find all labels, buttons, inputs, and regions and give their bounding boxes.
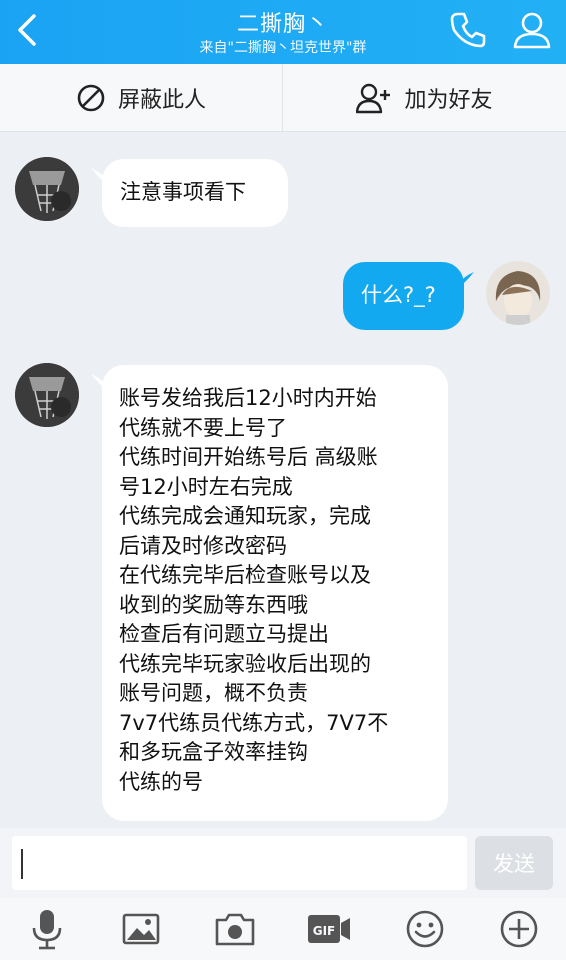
block-icon bbox=[77, 84, 105, 111]
phone-icon[interactable] bbox=[446, 8, 490, 52]
avatar[interactable] bbox=[15, 363, 79, 427]
message-bubble: 注意事项看下 bbox=[102, 159, 288, 227]
message-line: 代练就不要上号了 bbox=[119, 415, 287, 440]
profile-icon[interactable] bbox=[510, 8, 554, 52]
camera-icon[interactable] bbox=[213, 907, 257, 951]
message-line: 后请及时修改密码 bbox=[119, 533, 287, 558]
input-bar: 发送 bbox=[0, 828, 566, 898]
message-text: 什么?_? bbox=[361, 283, 436, 307]
message-line: 代练完毕玩家验收后出现的 bbox=[119, 651, 371, 676]
message-line: 7v7代练员代练方式，7V7不 bbox=[119, 710, 389, 735]
add-friend-button[interactable]: 加为好友 bbox=[283, 64, 566, 131]
message-text: 注意事项看下 bbox=[120, 180, 246, 204]
image-icon[interactable] bbox=[119, 907, 163, 951]
message-line: 收到的奖励等东西哦 bbox=[119, 592, 308, 617]
text-caret bbox=[21, 849, 23, 879]
action-bar: 屏蔽此人 加为好友 bbox=[0, 64, 566, 132]
message-line: 代练完成会通知玩家，完成 bbox=[119, 504, 371, 528]
send-button[interactable]: 发送 bbox=[475, 836, 553, 890]
input-toolbar: GIF bbox=[0, 898, 566, 960]
message-line: 代练时间开始练号后 高级账 bbox=[119, 445, 378, 469]
chat-header: 二撕胸丶 来自"二撕胸丶坦克世界"群 bbox=[0, 0, 566, 64]
add-friend-icon bbox=[356, 83, 391, 113]
block-user-label: 屏蔽此人 bbox=[117, 87, 206, 113]
block-user-button[interactable]: 屏蔽此人 bbox=[0, 64, 282, 131]
message-bubble: 什么?_? bbox=[343, 262, 464, 330]
message-bubble: 账号发给我后12小时内开始 代练就不要上号了 代练时间开始练号后 高级账 号12… bbox=[102, 365, 448, 821]
message-line: 在代练完毕后检查账号以及 bbox=[119, 563, 371, 587]
message-line: 账号问题，概不负责 bbox=[119, 681, 308, 705]
message-line: 号12小时左右完成 bbox=[119, 474, 293, 499]
message-line: 和多玩盒子效率挂钩 bbox=[119, 740, 308, 764]
add-friend-label: 加为好友 bbox=[404, 87, 493, 113]
gif-icon[interactable]: GIF bbox=[306, 907, 352, 951]
message-input[interactable] bbox=[12, 836, 467, 890]
message-line: 检查后有问题立马提出 bbox=[119, 622, 329, 646]
microphone-icon[interactable] bbox=[25, 907, 69, 951]
emoji-icon[interactable] bbox=[403, 907, 447, 951]
svg-text:GIF: GIF bbox=[313, 924, 336, 938]
avatar[interactable] bbox=[15, 157, 79, 221]
message-line: 代练的号 bbox=[119, 769, 203, 794]
plus-icon[interactable] bbox=[497, 907, 541, 951]
message-line: 账号发给我后12小时内开始 bbox=[119, 386, 377, 410]
avatar[interactable] bbox=[486, 261, 550, 325]
